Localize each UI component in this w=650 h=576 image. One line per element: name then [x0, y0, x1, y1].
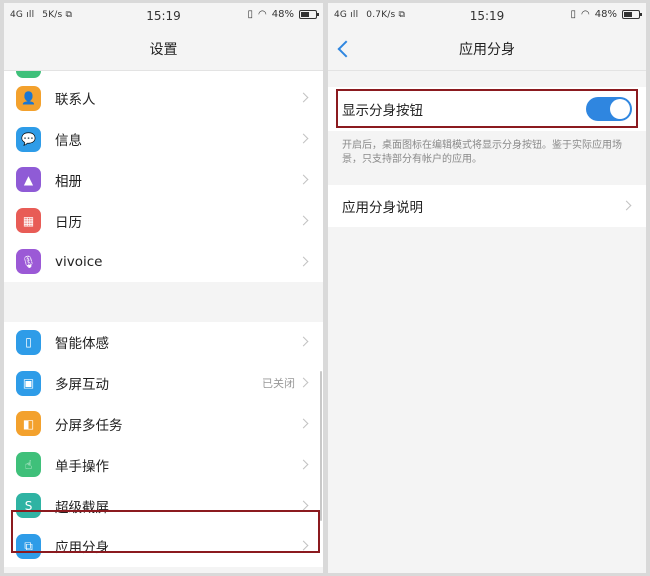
- page-title: 设置: [4, 29, 323, 71]
- app-clone-info-item[interactable]: 应用分身说明: [328, 185, 646, 227]
- settings-item[interactable]: ⧉ 应用分身: [4, 525, 323, 567]
- chevron-right-icon: [298, 540, 309, 551]
- battery-percent: 48%: [271, 9, 294, 20]
- toggle-description: 开启后，桌面图标在编辑模式将显示分身按钮。鉴于实际应用场景，只支持部分有帐户的应…: [342, 140, 622, 165]
- chevron-right-icon: [298, 500, 309, 511]
- title-bar: 应用分身: [328, 29, 646, 71]
- settings-screen: 4G ıll 5K/s ⧉ 15:19 ▯ ◠ 48% 设置 👤 联系人 💬 信息 ▲ 相册…: [4, 3, 323, 573]
- settings-item[interactable]: ▣ 多屏互动 已关闭: [4, 362, 323, 404]
- battery-icon: [622, 10, 642, 19]
- gallery-icon: ▲: [16, 167, 41, 193]
- chevron-right-icon: [298, 256, 309, 267]
- settings-item-label: 应用分身: [55, 540, 109, 557]
- settings-item-label: 单手操作: [55, 458, 109, 475]
- status-bar: 4G ıll 5K/s ⧉ 15:19 ▯ ◠ 48%: [4, 3, 323, 29]
- one-hand-icon: ☝: [16, 452, 41, 478]
- app-clone-icon: ⧉: [16, 533, 41, 559]
- microphone-icon: 🎙: [16, 249, 41, 275]
- settings-item-label: 信息: [55, 133, 82, 150]
- chevron-right-icon: [298, 459, 309, 470]
- settings-item-label: vivoice: [55, 253, 103, 270]
- chevron-right-icon: [298, 215, 309, 226]
- settings-item-label: 联系人: [55, 92, 96, 109]
- chevron-right-icon: [298, 336, 309, 347]
- calendar-icon: ▦: [16, 208, 41, 234]
- status-bar: 4G ıll 0.7K/s ⧉ 15:19 ▯ ◠ 48%: [328, 3, 646, 29]
- chevron-right-icon: [298, 418, 309, 429]
- show-clone-button-row[interactable]: 显示分身按钮: [328, 87, 646, 131]
- item-label: 应用分身说明: [342, 200, 423, 216]
- settings-item[interactable]: ◧ 分屏多任务: [4, 403, 323, 445]
- vibrate-icon: ▯: [247, 9, 254, 20]
- message-icon: 💬: [16, 126, 41, 152]
- splitscreen-icon: ◧: [16, 411, 41, 437]
- settings-item[interactable]: 💬 信息: [4, 118, 323, 160]
- chevron-right-icon: [298, 133, 309, 144]
- toggle-knob: [610, 99, 630, 119]
- settings-item-label: 分屏多任务: [55, 417, 123, 434]
- settings-item-label: 日历: [55, 214, 82, 231]
- contact-icon: 👤: [16, 85, 41, 111]
- scrollbar[interactable]: [320, 371, 322, 521]
- toggle-section: 显示分身按钮: [328, 87, 646, 131]
- app-clone-screen: 4G ıll 0.7K/s ⧉ 15:19 ▯ ◠ 48% 应用分身 显示分身按钮…: [328, 3, 646, 573]
- settings-item-label: 多屏互动: [55, 377, 109, 394]
- settings-item[interactable]: ▯ 智能体感: [4, 321, 323, 363]
- chevron-right-icon: [298, 174, 309, 185]
- show-clone-button-toggle[interactable]: [586, 97, 632, 121]
- settings-item[interactable]: 🎙 vivoice: [4, 241, 323, 282]
- wifi-icon: ◠: [258, 9, 267, 20]
- settings-item[interactable]: ☝ 单手操作: [4, 444, 323, 486]
- chevron-right-icon: [298, 92, 309, 103]
- wifi-icon: ◠: [581, 9, 590, 20]
- settings-item[interactable]: ▦ 日历: [4, 200, 323, 242]
- chevron-right-icon: [621, 200, 632, 211]
- status-icons: ▯ ◠ 48%: [247, 9, 319, 20]
- settings-item[interactable]: ▲ 相册: [4, 159, 323, 201]
- screenshot-icon: S: [16, 493, 41, 519]
- battery-icon: [299, 10, 319, 19]
- status-icons: ▯ ◠ 48%: [570, 9, 642, 20]
- settings-group-features: ▯ 智能体感 ▣ 多屏互动 已关闭 ◧ 分屏多任务 ☝ 单手操作 S 超级截屏 ⧉ 应用分身: [4, 321, 323, 567]
- page-title: 应用分身: [459, 42, 515, 58]
- settings-item-label: 智能体感: [55, 336, 109, 353]
- battery-percent: 48%: [594, 9, 617, 20]
- vibrate-icon: ▯: [570, 9, 577, 20]
- partial-list-item[interactable]: [4, 71, 323, 78]
- multiscreen-icon: ▣: [16, 370, 41, 396]
- settings-item-value: 已关闭: [262, 377, 295, 391]
- motion-icon: ▯: [16, 329, 41, 355]
- settings-item[interactable]: 👤 联系人: [4, 78, 323, 119]
- chevron-right-icon: [298, 377, 309, 388]
- app-icon: [16, 71, 41, 78]
- settings-group-apps: 👤 联系人 💬 信息 ▲ 相册 ▦ 日历 🎙 vivoice: [4, 78, 323, 282]
- settings-item-label: 超级截屏: [55, 499, 109, 516]
- back-icon[interactable]: [337, 40, 355, 58]
- toggle-label: 显示分身按钮: [342, 103, 423, 119]
- settings-item-label: 相册: [55, 173, 82, 190]
- settings-item[interactable]: S 超级截屏: [4, 485, 323, 526]
